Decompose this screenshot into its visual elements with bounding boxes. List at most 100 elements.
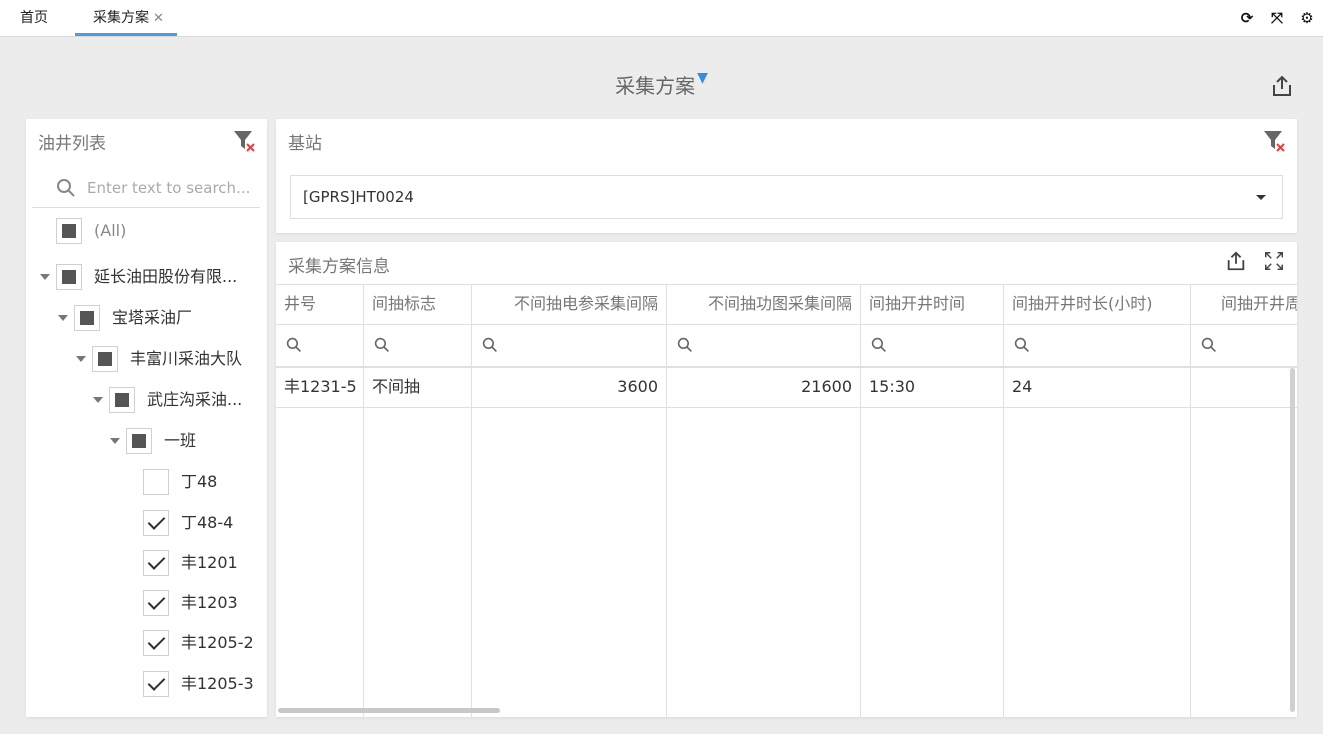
table-cell[interactable]: 15:30 [861, 367, 1003, 407]
column-filter[interactable] [1191, 325, 1297, 365]
tree-node-team[interactable]: 一班 [110, 428, 260, 454]
tree-node-label: 武庄沟采油... [147, 390, 243, 409]
tree-node-label: 丁48 [181, 472, 218, 491]
fullscreen-icon[interactable]: ⤧ [1269, 9, 1285, 27]
chevron-down-icon[interactable] [1256, 195, 1266, 200]
fullscreen-icon[interactable] [1263, 250, 1285, 272]
tree-node-well[interactable]: 丁48 [143, 469, 263, 495]
checkbox[interactable] [143, 671, 169, 697]
page-title: 采集方案 ▼ [0, 70, 1323, 99]
tree-node-company[interactable]: 延长油田股份有限... [40, 264, 262, 290]
column-header-well-no[interactable]: 井号 [276, 284, 363, 324]
tab-home[interactable]: 首页 [20, 0, 48, 36]
tab-label: 采集方案 [93, 10, 149, 26]
base-station-panel: 基站 [GPRS]HT0024 [276, 119, 1297, 233]
tree-node-well[interactable]: 丰1205-3 [143, 671, 263, 697]
checkbox[interactable] [92, 346, 118, 372]
table-cell[interactable]: 不间抽 [364, 367, 471, 407]
checkbox[interactable] [74, 305, 100, 331]
tree-node-well[interactable]: 丰1205-2 [143, 630, 263, 656]
horizontal-scrollbar[interactable] [278, 708, 500, 713]
tree-node-label: 丰1201 [181, 553, 238, 572]
chevron-down-icon[interactable] [110, 438, 120, 444]
window-actions: ⟳ ⤧ ⚙ [1239, 0, 1315, 36]
checkbox[interactable] [109, 387, 135, 413]
column-filter[interactable] [364, 325, 471, 365]
column-filter[interactable] [667, 325, 860, 365]
scheme-info-title: 采集方案信息 [288, 257, 390, 277]
tree-node-label: 丁48-4 [181, 513, 234, 532]
tree-node-label: 丰1205-2 [181, 633, 254, 652]
table-cell[interactable]: 3600 [472, 367, 666, 407]
checkbox[interactable] [143, 469, 169, 495]
search-icon [374, 337, 389, 352]
base-station-value: [GPRS]HT0024 [303, 188, 414, 206]
checkbox[interactable] [126, 428, 152, 454]
column-header-open-time[interactable]: 间抽开井时间 [861, 284, 1003, 324]
clear-filter-icon[interactable] [232, 129, 256, 153]
tree-node-label: 延长油田股份有限... [94, 267, 238, 286]
tree-node-well[interactable]: 丰1203 [143, 590, 263, 616]
close-icon[interactable]: ✕ [153, 11, 164, 26]
column-filter[interactable] [276, 325, 363, 365]
column-header-elec-interval[interactable]: 不间抽电参采集间隔 [472, 284, 666, 324]
column-header-open-cycle[interactable]: 间抽开井周 [1191, 284, 1297, 324]
table-cell[interactable]: 丰1231-5 [276, 367, 363, 407]
search-icon [57, 179, 75, 197]
scheme-info-actions [1225, 250, 1285, 272]
tree-node-label: 丰1205-3 [181, 674, 254, 693]
clear-filter-icon[interactable] [1262, 129, 1286, 153]
scheme-info-panel: 采集方案信息 井号 间抽标志 不间抽电参采集间隔 不间抽功图采集间隔 间抽开井时… [276, 242, 1297, 717]
table-cell[interactable]: 24 [1004, 367, 1190, 407]
scheme-table: 井号 间抽标志 不间抽电参采集间隔 不间抽功图采集间隔 间抽开井时间 间抽开井时… [276, 284, 1297, 717]
tree-node-all[interactable]: (All) [56, 218, 256, 244]
export-icon[interactable] [1225, 250, 1247, 272]
base-station-select[interactable]: [GPRS]HT0024 [290, 175, 1283, 219]
checkbox[interactable] [56, 264, 82, 290]
column-header-dyno-interval[interactable]: 不间抽功图采集间隔 [667, 284, 860, 324]
well-list-panel: 油井列表 (All) 延长油田股份有限... 宝塔采油厂 丰富川采油大队 武庄沟… [26, 119, 267, 717]
base-station-title: 基站 [288, 134, 322, 154]
search-icon [1014, 337, 1029, 352]
checkbox[interactable] [143, 550, 169, 576]
search-icon [677, 337, 692, 352]
chevron-down-icon[interactable] [93, 397, 103, 403]
column-filter[interactable] [861, 325, 1003, 365]
tree-node-label: 丰1203 [181, 593, 238, 612]
column-filter[interactable] [1004, 325, 1190, 365]
tree-node-label: 丰富川采油大队 [130, 349, 243, 368]
chevron-down-icon[interactable] [76, 356, 86, 362]
tree-node-well[interactable]: 丰1201 [143, 550, 263, 576]
page-title-text: 采集方案 [615, 74, 696, 98]
column-header-intermittent-flag[interactable]: 间抽标志 [364, 284, 471, 324]
tree-node-well[interactable]: 丁48-4 [143, 510, 263, 536]
tree-node-brigade[interactable]: 丰富川采油大队 [76, 346, 266, 372]
column-filter[interactable] [472, 325, 666, 365]
well-search-input[interactable] [87, 175, 257, 201]
well-list-title: 油井列表 [38, 134, 106, 154]
search-icon [871, 337, 886, 352]
tree-node-plant[interactable]: 宝塔采油厂 [58, 305, 258, 331]
tree-node-label: (All) [94, 221, 127, 240]
chevron-down-icon[interactable] [40, 274, 50, 280]
gear-icon[interactable]: ⚙ [1299, 9, 1315, 27]
chevron-down-icon[interactable] [58, 315, 68, 321]
column-header-open-duration[interactable]: 间抽开井时长(小时) [1004, 284, 1190, 324]
search-icon [1201, 337, 1216, 352]
search-icon [286, 337, 301, 352]
checkbox[interactable] [143, 590, 169, 616]
filter-icon[interactable]: ▼ [697, 70, 708, 86]
checkbox[interactable] [143, 510, 169, 536]
table-cell[interactable]: 21600 [667, 367, 860, 407]
tree-node-station[interactable]: 武庄沟采油... [93, 387, 265, 413]
table-cell[interactable] [1191, 367, 1297, 407]
checkbox[interactable] [143, 630, 169, 656]
tree-node-label: 宝塔采油厂 [112, 308, 193, 327]
search-icon [482, 337, 497, 352]
vertical-scrollbar[interactable] [1290, 368, 1295, 712]
tab-collection-scheme[interactable]: 采集方案 ✕ [75, 0, 177, 36]
well-search [32, 171, 260, 208]
checkbox[interactable] [56, 218, 82, 244]
export-icon[interactable] [1270, 74, 1294, 98]
refresh-icon[interactable]: ⟳ [1239, 9, 1255, 27]
